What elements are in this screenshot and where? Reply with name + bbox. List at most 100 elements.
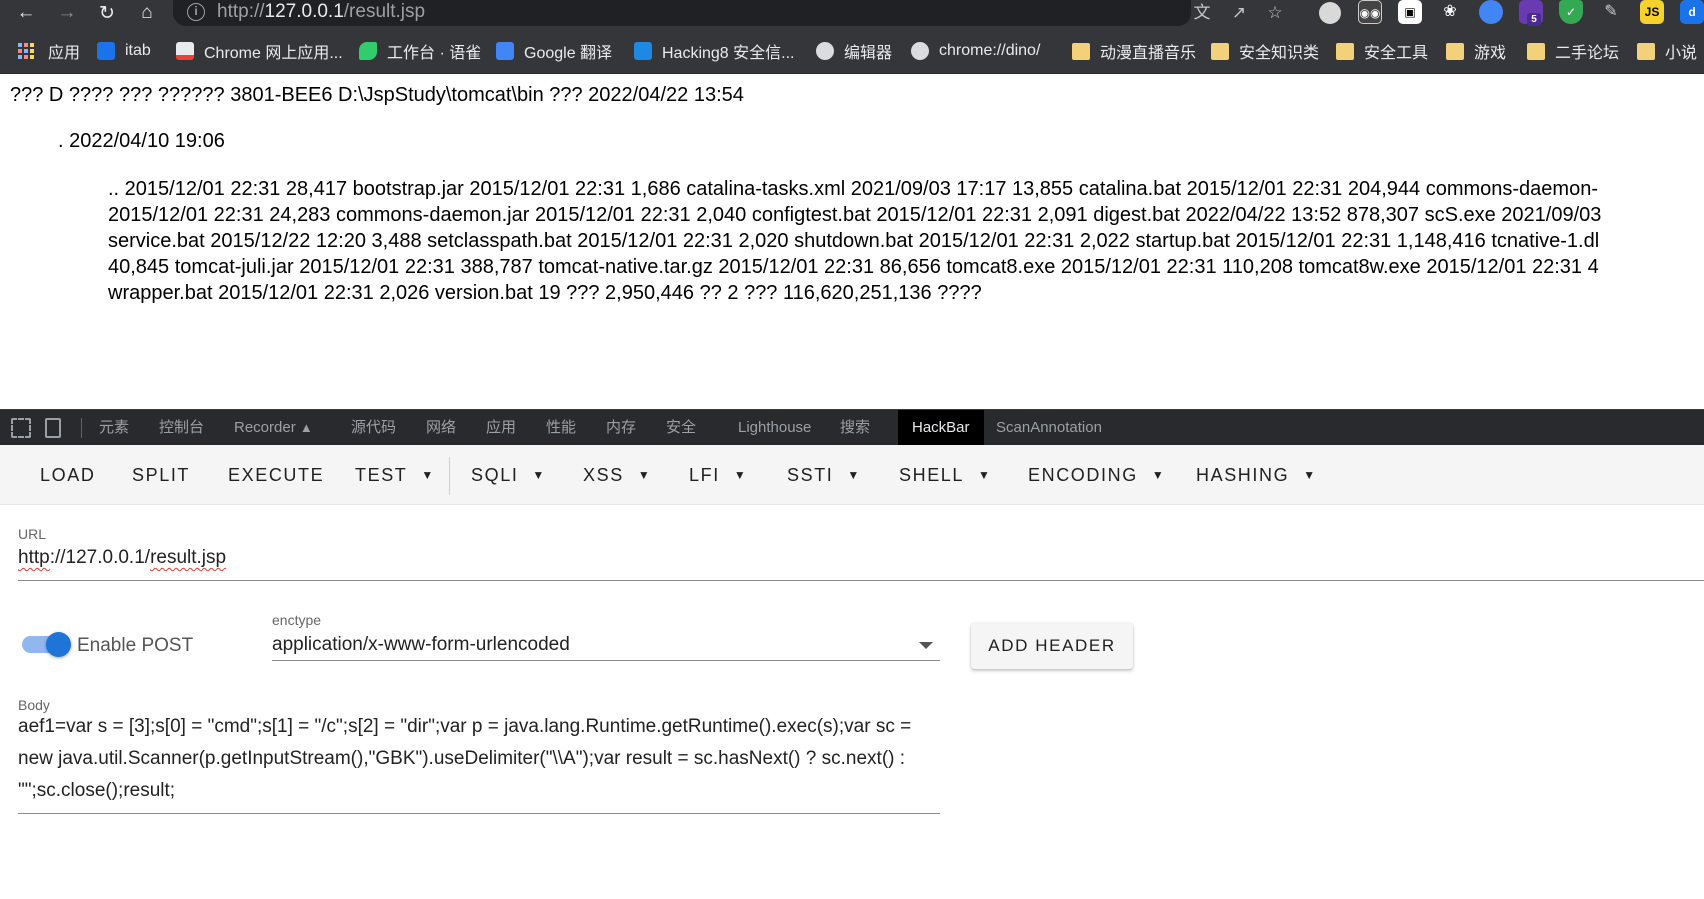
- xss-menu-label: XSS: [583, 465, 624, 485]
- enctype-select[interactable]: application/x-www-form-urlencoded: [272, 634, 570, 656]
- inspect-element-icon[interactable]: [11, 418, 31, 438]
- tab-memory[interactable]: 内存: [606, 410, 636, 446]
- enable-post-toggle[interactable]: [22, 632, 71, 657]
- share-icon[interactable]: ↗: [1227, 1, 1251, 25]
- dir-output-line: service.bat 2015/12/22 12:20 3,488 setcl…: [108, 230, 1600, 252]
- bookmark-label: Chrome 网上应用...: [204, 45, 343, 62]
- address-bar[interactable]: i http://127.0.0.1/result.jsp 文 ↗ ☆: [173, 0, 1283, 26]
- caret-down-icon: ▼: [532, 468, 545, 482]
- divider: [81, 418, 82, 438]
- bookmark-folder-security-knowledge[interactable]: 安全知识类: [1211, 39, 1319, 63]
- tab-application[interactable]: 应用: [486, 410, 516, 446]
- tab-security[interactable]: 安全: [666, 410, 696, 446]
- ssti-menu-button[interactable]: SSTI ▼: [787, 445, 859, 505]
- caret-down-icon: ▼: [847, 468, 860, 482]
- bookmark-label: 动漫直播音乐: [1100, 45, 1197, 62]
- bookmark-apps[interactable]: 应用: [18, 39, 80, 63]
- ext-circle-icon[interactable]: [1319, 2, 1341, 24]
- tab-hackbar[interactable]: HackBar: [898, 410, 984, 446]
- ext-paw-icon[interactable]: ❀: [1438, 0, 1462, 24]
- forward-arrow-icon[interactable]: →: [53, 0, 81, 26]
- enable-post-label: Enable POST: [77, 635, 194, 656]
- bookmark-folder-anime[interactable]: 动漫直播音乐: [1072, 39, 1196, 63]
- hashing-menu-button[interactable]: HASHING ▼: [1196, 445, 1315, 505]
- ext-badge-count: 5: [1527, 13, 1541, 26]
- split-button[interactable]: SPLIT: [132, 445, 190, 505]
- tab-search[interactable]: 搜索: [840, 410, 870, 446]
- bookmark-hacking8[interactable]: Hacking8 安全信...: [634, 39, 795, 63]
- ext-panda-icon[interactable]: ▣: [1398, 0, 1422, 24]
- ext-more-icon[interactable]: d: [1680, 0, 1704, 24]
- toggle-knob: [46, 632, 71, 657]
- execute-button[interactable]: EXECUTE: [228, 445, 324, 505]
- body-textarea[interactable]: aef1=var s = [3];s[0] = "cmd";s[1] = "/c…: [18, 711, 938, 807]
- bookmark-folder-games[interactable]: 游戏: [1446, 39, 1506, 63]
- dropdown-arrow-icon[interactable]: [919, 642, 933, 649]
- google-translate-icon: [496, 42, 514, 60]
- tab-console[interactable]: 控制台: [159, 410, 204, 446]
- device-toolbar-icon[interactable]: [45, 418, 61, 438]
- bookmarks-bar: 应用 itab Chrome 网上应用... 工作台 · 语雀 Google 翻…: [0, 26, 1704, 74]
- bookmark-label: 二手论坛: [1555, 45, 1620, 62]
- ext-pen-icon[interactable]: ✎: [1599, 0, 1623, 24]
- url-value-part: ://127.0.0.1/: [49, 547, 151, 568]
- folder-icon: [1446, 42, 1464, 60]
- ext-shield-icon[interactable]: ✓: [1559, 0, 1583, 24]
- site-info-icon[interactable]: i: [187, 3, 205, 21]
- bookmark-folder-forum[interactable]: 二手论坛: [1527, 39, 1619, 63]
- bookmark-label: 编辑器: [844, 45, 893, 62]
- xss-menu-button[interactable]: XSS ▼: [583, 445, 650, 505]
- address-url[interactable]: http://127.0.0.1/result.jsp: [217, 1, 425, 23]
- dir-output-line: 40,845 tomcat-juli.jar 2015/12/01 22:31 …: [108, 256, 1599, 278]
- body-underline: [18, 813, 940, 814]
- bookmark-itab[interactable]: itab: [97, 39, 151, 63]
- bookmark-label: Hacking8 安全信...: [662, 45, 795, 62]
- dir-output-line: 2015/12/01 22:31 24,283 commons-daemon.j…: [108, 204, 1602, 226]
- bookmark-folder-security-tools[interactable]: 安全工具: [1336, 39, 1428, 63]
- bookmark-google-translate[interactable]: Google 翻译: [496, 39, 612, 63]
- dir-output-line: wrapper.bat 2015/12/01 22:31 2,026 versi…: [108, 282, 982, 304]
- bookmark-editor[interactable]: 编辑器: [816, 39, 892, 63]
- encoding-menu-button[interactable]: ENCODING ▼: [1028, 445, 1164, 505]
- tab-performance[interactable]: 性能: [546, 410, 576, 446]
- browser-toolbar: ← → ↻ ⌂ i http://127.0.0.1/result.jsp 文 …: [0, 0, 1704, 26]
- shell-menu-label: SHELL: [899, 465, 965, 485]
- translate-icon[interactable]: 文: [1190, 1, 1214, 25]
- ext-color-icon[interactable]: [1479, 0, 1503, 24]
- ext-js-icon[interactable]: JS: [1640, 0, 1664, 24]
- reload-icon[interactable]: ↻: [93, 0, 121, 26]
- apps-grid-icon: [18, 43, 34, 59]
- bookmark-label: 游戏: [1474, 45, 1507, 62]
- back-arrow-icon[interactable]: ←: [12, 0, 40, 26]
- dir-output-current: . 2022/04/10 19:06: [58, 130, 225, 152]
- tab-network[interactable]: 网络: [426, 410, 456, 446]
- star-icon[interactable]: ☆: [1263, 1, 1287, 25]
- url-label: URL: [18, 526, 47, 542]
- url-input[interactable]: http://127.0.0.1/result.jsp: [18, 547, 226, 569]
- tab-scanannotation[interactable]: ScanAnnotation: [996, 410, 1102, 446]
- hackbar-toolbar: LOAD SPLIT EXECUTE TEST ▼ SQLI ▼ XSS ▼ LFI ▼…: [0, 445, 1704, 505]
- bookmark-yuque[interactable]: 工作台 · 语雀: [359, 39, 481, 63]
- bookmark-label: Google 翻译: [524, 45, 613, 62]
- sqli-menu-button[interactable]: SQLI ▼: [471, 445, 544, 505]
- home-icon[interactable]: ⌂: [133, 0, 161, 26]
- shell-menu-button[interactable]: SHELL ▼: [899, 445, 990, 505]
- bookmark-folder-novels[interactable]: 小说: [1637, 39, 1697, 63]
- lfi-menu-button[interactable]: LFI ▼: [689, 445, 746, 505]
- tab-recorder[interactable]: Recorder ▲: [234, 410, 313, 446]
- tab-elements[interactable]: 元素: [99, 410, 129, 446]
- tab-sources[interactable]: 源代码: [351, 410, 396, 446]
- tab-lighthouse[interactable]: Lighthouse: [738, 410, 811, 446]
- add-header-button[interactable]: ADD HEADER: [971, 623, 1133, 669]
- dir-output-header: ??? D ???? ??? ?????? 3801-BEE6 D:\JspSt…: [10, 84, 744, 106]
- itab-icon: [97, 42, 115, 60]
- url-host: 127.0.0.1: [264, 1, 344, 22]
- devtools-tab-strip: 元素 控制台 Recorder ▲ 源代码 网络 应用 性能 内存 安全 Lig…: [0, 409, 1704, 446]
- url-value-part: result.jsp: [150, 547, 227, 568]
- bookmark-dino[interactable]: chrome://dino/: [911, 39, 1040, 63]
- ssti-menu-label: SSTI: [787, 465, 834, 485]
- load-button[interactable]: LOAD: [40, 445, 95, 505]
- ext-eyes-icon[interactable]: ◉◉: [1358, 0, 1382, 24]
- test-menu-button[interactable]: TEST ▼: [355, 445, 433, 505]
- bookmark-chrome-store[interactable]: Chrome 网上应用...: [176, 39, 343, 63]
